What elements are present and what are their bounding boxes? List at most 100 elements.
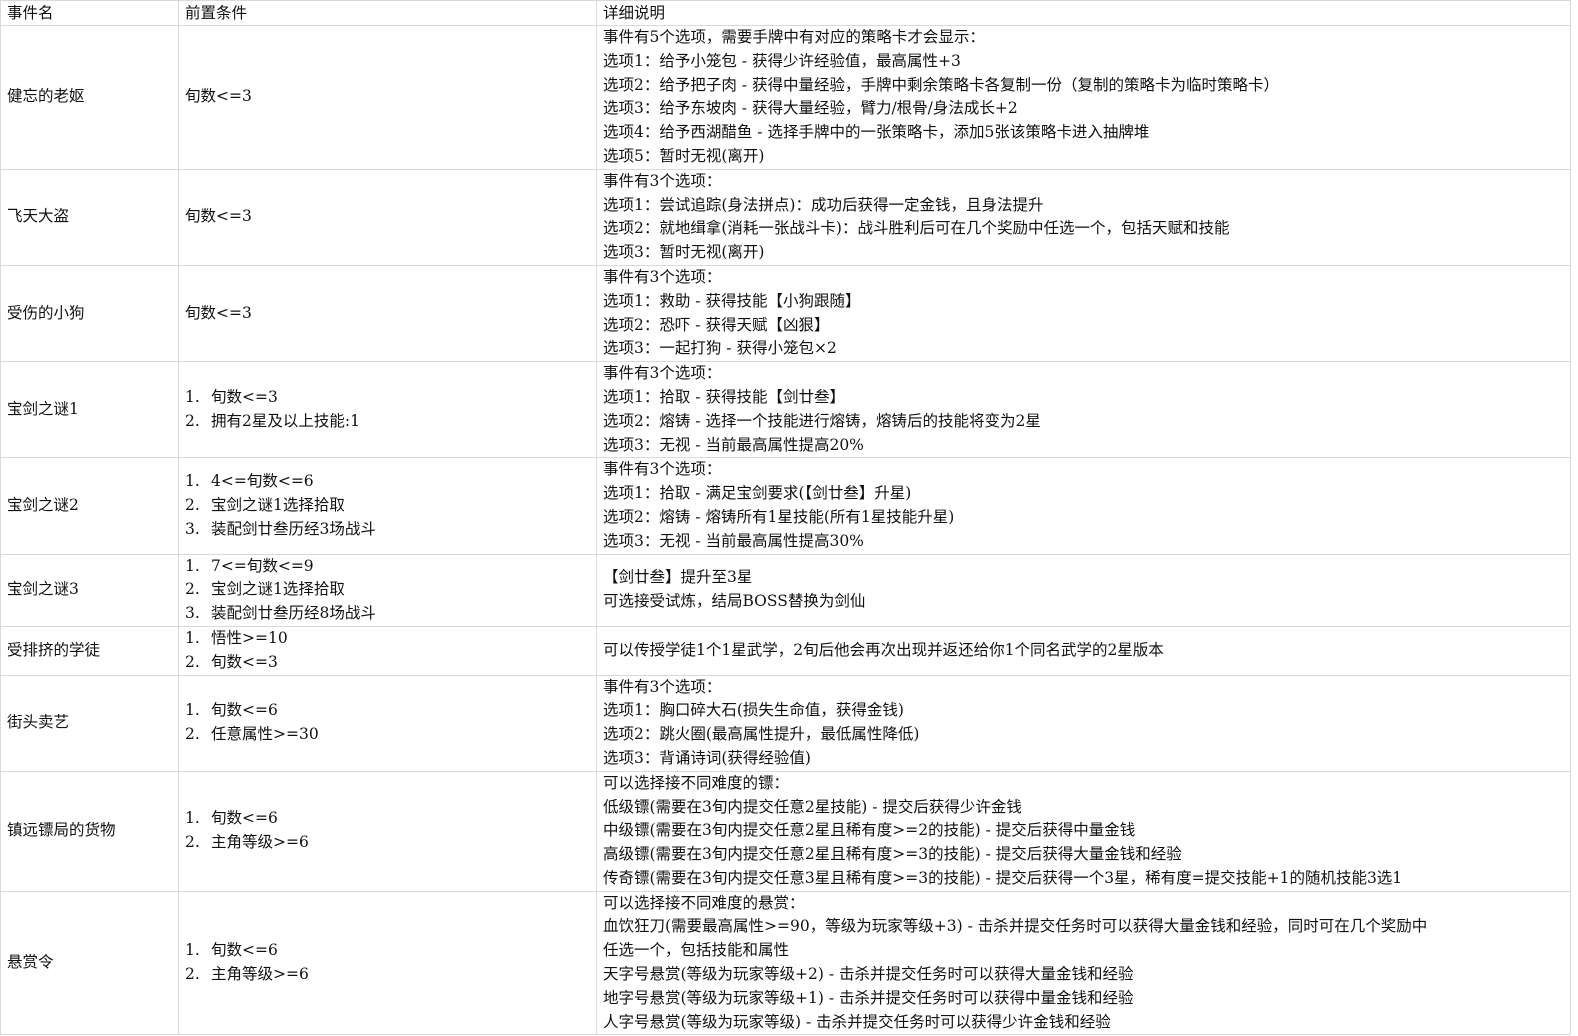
details-line: 可选接受试炼，结局BOSS替换为剑仙 <box>603 592 866 611</box>
details-cell[interactable]: 事件有5个选项，需要手牌中有对应的策略卡才会显示： 选项1：给予小笼包 - 获得少… <box>596 25 1571 170</box>
event-name-cell[interactable]: 宝剑之谜3 <box>0 553 179 627</box>
precondition-line: 2. 主角等级>=6 <box>185 831 590 855</box>
precondition-text: 悟性>=10 <box>211 628 288 647</box>
header-precondition[interactable]: 前置条件 <box>178 0 597 26</box>
precondition-cell[interactable]: 1. 旬数<=6 2. 主角等级>=6 <box>178 890 597 1036</box>
precondition-cell[interactable]: 1. 旬数<=3 2. 拥有2星及以上技能:1 <box>178 361 597 459</box>
precondition-text: 旬数<=3 <box>211 652 278 671</box>
precondition-cell[interactable]: 旬数<=3 <box>178 25 597 170</box>
details-line: 选项3：给予东坡肉 - 获得大量经验，臂力/根骨/身法成长+2 <box>603 99 1018 118</box>
precondition-text: 任意属性>=30 <box>211 725 319 744</box>
list-number: 1. <box>185 472 200 491</box>
precondition-line: 1. 4<=旬数<=6 <box>185 470 590 494</box>
details-line: 选项2：给予把子肉 - 获得中量经验，手牌中剩余策略卡各复制一份（复制的策略卡为… <box>603 75 1279 94</box>
list-number: 1. <box>185 556 200 575</box>
precondition-cell[interactable]: 1. 悟性>=10 2. 旬数<=3 <box>178 625 597 676</box>
precondition-line: 3. 装配剑廿叁历经3场战斗 <box>185 518 590 542</box>
details-cell[interactable]: 可以传授学徒1个1星武学，2旬后他会再次出现并返还给你1个同名武学的2星版本 <box>596 625 1571 676</box>
details-line: 事件有3个选项： <box>603 460 722 479</box>
precondition-line: 2. 拥有2星及以上技能:1 <box>185 410 590 434</box>
precondition-text: 装配剑廿叁历经8场战斗 <box>211 604 376 623</box>
details-line: 可以选择接不同难度的镖： <box>603 773 790 792</box>
event-table: 事件名 前置条件 详细说明 健忘的老妪 旬数<=3 事件有5个选项，需要手牌中有对应… <box>0 0 1571 1036</box>
precondition-line: 旬数<=3 <box>185 85 590 109</box>
table-row: 镇远镖局的货物 1. 旬数<=6 2. 主角等级>=6 可以选择接不同难度的镖： 低级镖(需… <box>0 770 1571 892</box>
list-number: 1. <box>185 628 200 647</box>
list-number: 2. <box>185 411 200 430</box>
event-name-cell[interactable]: 宝剑之谜1 <box>0 361 179 459</box>
list-number: 2. <box>185 496 200 515</box>
precondition-text: 宝剑之谜1选择拾取 <box>211 580 345 599</box>
precondition-text: 旬数<=6 <box>211 701 278 720</box>
precondition-cell[interactable]: 1. 旬数<=6 2. 任意属性>=30 <box>178 674 597 772</box>
details-line: 选项3：无视 - 当前最高属性提高30% <box>603 531 864 550</box>
details-line: 选项2：就地缉拿(消耗一张战斗卡)：战斗胜利后可在几个奖励中任选一个，包括天赋和… <box>603 219 1230 238</box>
details-line: 选项1：尝试追踪(身法拼点)：成功后获得一定金钱，且身法提升 <box>603 195 1044 214</box>
table-row: 悬赏令 1. 旬数<=6 2. 主角等级>=6 可以选择接不同难度的悬赏： 血饮狂刀(需要最… <box>0 890 1571 1036</box>
precondition-cell[interactable]: 1. 4<=旬数<=6 2. 宝剑之谜1选择拾取 3. 装配剑廿叁历经3场战斗 <box>178 457 597 555</box>
header-event-name[interactable]: 事件名 <box>0 0 179 26</box>
details-cell[interactable]: 事件有3个选项： 选项1：拾取 - 满足宝剑要求(【剑廿叁】升星) 选项2：熔铸 -… <box>596 457 1571 555</box>
precondition-text: 旬数<=3 <box>185 303 252 322</box>
details-line: 选项4：给予西湖醋鱼 - 选择手牌中的一张策略卡，添加5张该策略卡进入抽牌堆 <box>603 123 1150 142</box>
header-details[interactable]: 详细说明 <box>596 0 1571 26</box>
event-name-cell[interactable]: 飞天大盗 <box>0 168 179 266</box>
header-row: 事件名 前置条件 详细说明 <box>0 0 1571 26</box>
precondition-cell[interactable]: 1. 7<=旬数<=9 2. 宝剑之谜1选择拾取 3. 装配剑廿叁历经8场战斗 <box>178 553 597 627</box>
list-number: 3. <box>185 604 200 623</box>
precondition-cell[interactable]: 旬数<=3 <box>178 168 597 266</box>
precondition-text: 4<=旬数<=6 <box>211 472 314 491</box>
event-name-cell[interactable]: 受伤的小狗 <box>0 264 179 363</box>
list-number: 2. <box>185 833 200 852</box>
details-line: 中级镖(需要在3旬内提交任意2星且稀有度>=2的技能) - 提交后获得中量金钱 <box>603 821 1136 840</box>
list-number: 2. <box>185 725 200 744</box>
details-cell[interactable]: 【剑廿叁】提升至3星可选接受试炼，结局BOSS替换为剑仙 <box>596 553 1571 627</box>
details-line: 【剑廿叁】提升至3星 <box>603 568 753 587</box>
precondition-cell[interactable]: 旬数<=3 <box>178 264 597 363</box>
details-line: 可以选择接不同难度的悬赏： <box>603 893 805 912</box>
precondition-text: 旬数<=6 <box>211 941 278 960</box>
precondition-line: 2. 宝剑之谜1选择拾取 <box>185 578 590 602</box>
details-line: 选项3：无视 - 当前最高属性提高20% <box>603 435 864 454</box>
list-number: 2. <box>185 580 200 599</box>
precondition-line: 2. 旬数<=3 <box>185 651 590 674</box>
details-line: 地字号悬赏(等级为玩家等级+1) - 击杀并提交任务时可以获得中量金钱和经验 <box>603 988 1134 1007</box>
event-name-cell[interactable]: 健忘的老妪 <box>0 25 179 170</box>
details-line: 选项2：熔铸 - 熔铸所有1星技能(所有1星技能升星) <box>603 507 955 526</box>
details-line: 低级镖(需要在3旬内提交任意2星技能) - 提交后获得少许金钱 <box>603 797 1022 816</box>
precondition-cell[interactable]: 1. 旬数<=6 2. 主角等级>=6 <box>178 770 597 892</box>
event-table-body: 事件名 前置条件 详细说明 健忘的老妪 旬数<=3 事件有5个选项，需要手牌中有对应… <box>0 0 1571 1036</box>
details-line: 事件有3个选项： <box>603 267 722 286</box>
list-number: 1. <box>185 701 200 720</box>
event-name-cell[interactable]: 宝剑之谜2 <box>0 457 179 555</box>
table-row: 受排挤的学徒 1. 悟性>=10 2. 旬数<=3 可以传授学徒1个1星武学，2旬后他会再… <box>0 625 1571 676</box>
details-cell[interactable]: 事件有3个选项： 选项1：尝试追踪(身法拼点)：成功后获得一定金钱，且身法提升 选项… <box>596 168 1571 266</box>
event-name-cell[interactable]: 受排挤的学徒 <box>0 625 179 676</box>
details-cell[interactable]: 可以选择接不同难度的悬赏： 血饮狂刀(需要最高属性>=90，等级为玩家等级+3) … <box>596 890 1571 1036</box>
precondition-line: 1. 悟性>=10 <box>185 627 590 650</box>
precondition-line: 1. 旬数<=6 <box>185 807 590 831</box>
event-name-cell[interactable]: 街头卖艺 <box>0 674 179 772</box>
event-name-cell[interactable]: 镇远镖局的货物 <box>0 770 179 892</box>
details-cell[interactable]: 事件有3个选项： 选项1：胸口碎大石(损失生命值，获得金钱) 选项2：跳火圈(最高属… <box>596 674 1571 772</box>
precondition-text: 拥有2星及以上技能:1 <box>211 411 360 430</box>
precondition-text: 旬数<=3 <box>185 87 252 106</box>
precondition-line: 旬数<=3 <box>185 302 590 326</box>
list-number: 3. <box>185 519 200 538</box>
details-line: 任选一个，包括技能和属性 <box>603 941 790 960</box>
event-name-cell[interactable]: 悬赏令 <box>0 890 179 1036</box>
precondition-line: 2. 宝剑之谜1选择拾取 <box>185 494 590 518</box>
precondition-text: 主角等级>=6 <box>211 833 309 852</box>
details-line: 选项3：背诵诗词(获得经验值) <box>603 748 811 767</box>
details-line: 选项1：胸口碎大石(损失生命值，获得金钱) <box>603 701 904 720</box>
precondition-text: 宝剑之谜1选择拾取 <box>211 496 345 515</box>
details-cell[interactable]: 事件有3个选项： 选项1：拾取 - 获得技能【剑廿叁】 选项2：熔铸 - 选择一个技… <box>596 361 1571 459</box>
precondition-line: 1. 7<=旬数<=9 <box>185 555 590 578</box>
details-cell[interactable]: 可以选择接不同难度的镖： 低级镖(需要在3旬内提交任意2星技能) - 提交后获得少… <box>596 770 1571 892</box>
details-line: 选项2：恐吓 - 获得天赋【凶狠】 <box>603 315 830 334</box>
details-line: 选项2：跳火圈(最高属性提升，最低属性降低) <box>603 725 920 744</box>
details-line: 选项3：一起打狗 - 获得小笼包×2 <box>603 339 837 358</box>
table-row: 健忘的老妪 旬数<=3 事件有5个选项，需要手牌中有对应的策略卡才会显示： 选项1：给… <box>0 25 1571 170</box>
table-row: 飞天大盗 旬数<=3 事件有3个选项： 选项1：尝试追踪(身法拼点)：成功后获得一定金… <box>0 168 1571 266</box>
details-cell[interactable]: 事件有3个选项： 选项1：救助 - 获得技能【小狗跟随】 选项2：恐吓 - 获得天赋… <box>596 264 1571 363</box>
